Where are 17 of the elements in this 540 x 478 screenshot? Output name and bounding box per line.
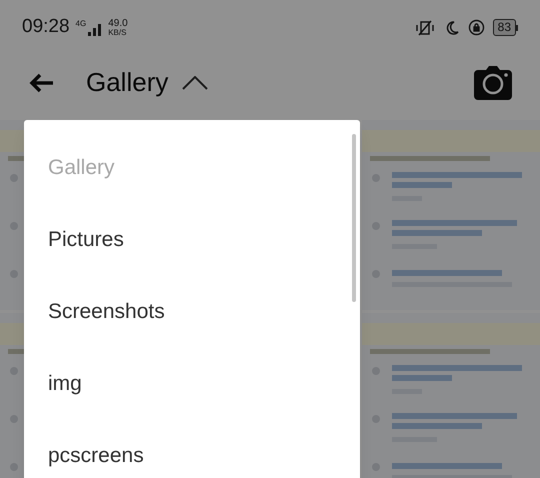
album-menu-item[interactable]: img: [24, 348, 360, 420]
album-menu-item[interactable]: pcscreens: [24, 420, 360, 478]
data-speed: 49.0: [108, 18, 128, 28]
speed-unit: KB/S: [108, 28, 128, 36]
caret-icon: [182, 76, 208, 90]
clock: 09:28: [22, 15, 70, 40]
album-title-button[interactable]: Gallery: [86, 63, 208, 102]
network-type: 4G: [76, 20, 86, 28]
album-menu-item[interactable]: Screenshots: [24, 276, 360, 348]
album-menu-item[interactable]: Pictures: [24, 204, 360, 276]
back-arrow-icon[interactable]: [28, 72, 54, 94]
signal-icon: [88, 22, 102, 36]
camera-icon[interactable]: [474, 66, 512, 100]
vibrate-off-icon: [414, 18, 436, 36]
rotation-lock-icon: [468, 19, 485, 36]
scrollbar[interactable]: [352, 134, 356, 302]
battery-indicator: 83: [492, 19, 518, 36]
